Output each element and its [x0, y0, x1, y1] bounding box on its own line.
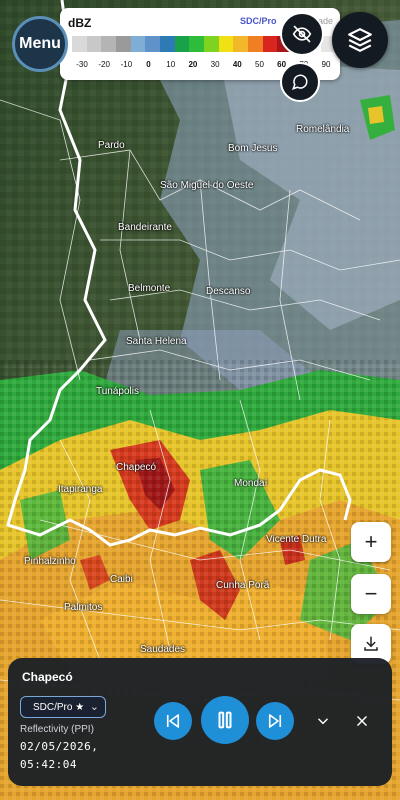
map-label: Pardo: [98, 140, 125, 151]
skip-back-icon: [166, 714, 180, 728]
legend-product: SDC/Pro: [240, 16, 277, 26]
map-label: Santa Helena: [126, 336, 187, 347]
map-label: Bom Jesus: [228, 143, 278, 154]
map-label: Itapiranga: [58, 484, 103, 495]
comment-button[interactable]: [280, 62, 320, 102]
map-label: Palmitos: [64, 602, 103, 613]
legend-color-swatch: [130, 36, 146, 52]
legend-color-swatch: [86, 36, 102, 52]
scan-date: 02/05/2026,: [20, 740, 99, 753]
map-label: Caibi: [110, 574, 133, 585]
close-icon: [357, 716, 367, 726]
layers-button[interactable]: [332, 12, 388, 68]
map-label: Cunha Porã: [216, 580, 270, 591]
menu-button[interactable]: Menu: [12, 16, 68, 72]
hide-legend-button[interactable]: [280, 12, 324, 56]
legend-color-swatch: [218, 36, 234, 52]
legend-tick-label: -30: [76, 60, 88, 69]
menu-label: Menu: [19, 35, 61, 52]
previous-frame-button[interactable]: [154, 702, 192, 740]
map-label: Chapecó: [116, 462, 157, 473]
station-name: Chapecó: [22, 670, 73, 684]
layers-icon: [348, 28, 372, 52]
zoom-in-button[interactable]: +: [351, 522, 391, 562]
zoom-out-button[interactable]: −: [351, 574, 391, 614]
map-label: Tunápolis: [96, 386, 139, 397]
legend-tick-label: -10: [120, 60, 133, 69]
legend-color-swatch: [72, 36, 87, 52]
legend-color-swatch: [189, 36, 205, 52]
eye-off-icon: [292, 25, 312, 43]
legend-tick-label: 90: [321, 60, 331, 69]
legend-color-swatch: [174, 36, 190, 52]
legend-tick-label: -20: [98, 60, 110, 69]
map-label: Vicente Dutra: [266, 534, 327, 545]
scan-mode: Reflectivity (PPI): [20, 724, 94, 735]
legend-tick-label: 20: [188, 60, 198, 69]
minus-icon: −: [364, 581, 378, 606]
map-label: Descanso: [206, 286, 251, 297]
map-label: Saudades: [140, 644, 186, 655]
map-label: Pinhalzinho: [24, 556, 76, 567]
legend-tick-label: 40: [232, 60, 242, 69]
product-selector[interactable]: SDC/Pro ★ ⌄: [20, 696, 106, 718]
legend-color-swatch: [160, 36, 175, 52]
legend-color-swatch: [204, 36, 219, 52]
legend-color-swatch: [116, 36, 131, 52]
chevron-down-icon: ⌄: [89, 701, 99, 713]
plus-icon: +: [364, 529, 378, 554]
pause-button[interactable]: [201, 696, 249, 744]
close-panel-button[interactable]: [351, 710, 373, 732]
download-icon: [364, 636, 378, 651]
map-label: Romelândia: [296, 124, 350, 135]
next-frame-button[interactable]: [256, 702, 294, 740]
map-label: Bandeirante: [118, 222, 172, 233]
map-label: São Miguel do Oeste: [160, 180, 254, 191]
legend-tick-label: 50: [255, 60, 264, 69]
legend-tick-label: 0: [146, 60, 151, 69]
chevron-down-icon: [318, 718, 328, 725]
map-label: Mondaí: [234, 478, 268, 489]
skip-forward-icon: [268, 714, 282, 728]
legend-unit: dBZ: [68, 16, 92, 30]
expand-panel-button[interactable]: [312, 710, 334, 732]
comment-icon: [291, 74, 308, 91]
scan-time: 05:42:04: [20, 758, 77, 771]
product-label: SDC/Pro ★: [33, 701, 85, 713]
pause-icon: [218, 711, 232, 729]
legend-tick-label: 10: [166, 60, 176, 69]
legend-color-swatch: [262, 36, 278, 52]
legend-color-swatch: [145, 36, 161, 52]
legend-color-swatch: [248, 36, 263, 52]
legend-color-swatch: [233, 36, 249, 52]
legend-color-swatch: [101, 36, 117, 52]
playback-panel: Chapecó SDC/Pro ★ ⌄ Reflectivity (PPI) 0…: [8, 658, 392, 786]
legend-tick-label: 30: [210, 60, 220, 69]
map-label: Belmonte: [128, 283, 171, 294]
